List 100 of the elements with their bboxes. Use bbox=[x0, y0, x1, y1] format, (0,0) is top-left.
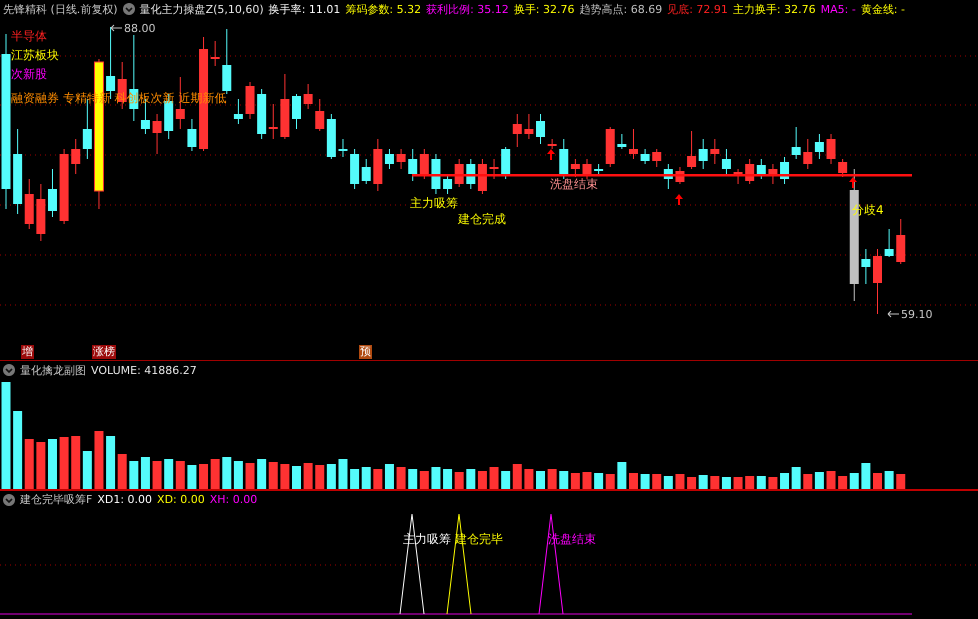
volume-bar bbox=[373, 468, 382, 488]
candlestick bbox=[48, 168, 57, 217]
stock-tag: 次新股 bbox=[11, 66, 47, 82]
candlestick bbox=[152, 113, 162, 154]
volume-bar bbox=[664, 476, 673, 488]
signal-label: 主力吸筹 bbox=[410, 194, 458, 212]
volume-bar bbox=[24, 438, 34, 488]
volume-bar bbox=[82, 450, 92, 488]
candlestick bbox=[896, 218, 906, 264]
volume-bar bbox=[606, 474, 615, 488]
volume-bar bbox=[803, 474, 812, 488]
volume-bar bbox=[466, 468, 476, 488]
candlestick bbox=[490, 158, 499, 179]
candlestick bbox=[536, 113, 546, 144]
volume-bar bbox=[338, 458, 348, 488]
candlestick bbox=[420, 148, 429, 179]
up-arrow-icon bbox=[849, 176, 857, 188]
volume-bar bbox=[129, 460, 138, 488]
volume-bar bbox=[315, 464, 324, 488]
volume-bar bbox=[384, 464, 394, 488]
candlestick bbox=[24, 178, 34, 229]
up-arrow-icon bbox=[547, 148, 555, 160]
candlestick bbox=[884, 228, 894, 257]
candlestick bbox=[617, 133, 626, 149]
volume-bar bbox=[768, 476, 778, 488]
candlestick bbox=[838, 158, 848, 177]
indicator-readout: 换手: 32.76 bbox=[514, 2, 574, 17]
marker-badge: 预 bbox=[359, 344, 372, 358]
volume-bar bbox=[594, 472, 604, 488]
candlestick bbox=[408, 148, 418, 181]
candlestick bbox=[36, 183, 46, 241]
volume-bar bbox=[106, 436, 116, 488]
indicator-readout: XD: 0.00 bbox=[157, 493, 205, 506]
stock-tag: 半导体 bbox=[11, 28, 47, 44]
indicator-readout: 主力换手: 32.76 bbox=[732, 2, 816, 17]
indicator-readout: 趋势高点: 68.69 bbox=[580, 2, 662, 17]
volume-bar bbox=[36, 442, 46, 488]
panel-title: 建仓完毕吸筹F bbox=[20, 492, 92, 508]
candlestick bbox=[257, 88, 266, 139]
volume-bar bbox=[257, 458, 266, 488]
candlestick bbox=[373, 138, 382, 191]
collapse-icon[interactable] bbox=[3, 494, 15, 506]
volume-bar bbox=[199, 464, 208, 488]
volume-bar bbox=[873, 472, 882, 488]
indicator-name: 量化主力操盘Z(5,10,60) bbox=[140, 2, 264, 17]
volume-bar bbox=[640, 474, 650, 488]
candlestick bbox=[396, 148, 406, 169]
marker-badge: 涨榜 bbox=[92, 344, 116, 358]
collapse-icon[interactable] bbox=[122, 3, 135, 16]
candlestick bbox=[594, 163, 604, 174]
panel-title: 量化擒龙副图 bbox=[20, 362, 86, 378]
volume-bar bbox=[408, 468, 418, 488]
candlestick bbox=[710, 138, 720, 164]
volume-bar bbox=[396, 466, 406, 488]
candlestick bbox=[873, 248, 882, 314]
volume-bar bbox=[71, 436, 80, 488]
candlestick bbox=[559, 138, 568, 179]
volume-bar bbox=[756, 476, 766, 488]
volume-bar bbox=[176, 460, 185, 488]
volume-bar bbox=[326, 464, 336, 488]
volume-bar bbox=[814, 472, 824, 488]
candlestick bbox=[246, 81, 255, 119]
candlestick bbox=[861, 248, 870, 284]
volume-bar bbox=[292, 466, 301, 488]
volume-bar bbox=[548, 468, 557, 488]
candlestick bbox=[570, 158, 580, 177]
indicator-readout: 黄金线: - bbox=[860, 2, 905, 17]
candlestick bbox=[652, 148, 662, 167]
volume-bar bbox=[454, 472, 464, 488]
volume-bar bbox=[524, 468, 534, 488]
volume-bar bbox=[152, 460, 162, 488]
volume-bar bbox=[512, 464, 522, 488]
volume-bar bbox=[280, 464, 290, 488]
volume-bar bbox=[838, 476, 848, 488]
collapse-icon[interactable] bbox=[3, 364, 15, 376]
volume-bar bbox=[698, 474, 708, 488]
volume-bar bbox=[234, 460, 243, 488]
signal-label: 洗盘结束 bbox=[550, 176, 598, 192]
volume-bar bbox=[431, 466, 440, 488]
candlestick bbox=[792, 126, 801, 159]
volume-bar bbox=[559, 470, 568, 488]
candlestick bbox=[222, 28, 232, 94]
volume-bar bbox=[164, 458, 174, 488]
candlestick bbox=[292, 93, 301, 129]
price-label: 88.00 bbox=[124, 22, 156, 34]
candlestick bbox=[234, 98, 243, 124]
volume-bar bbox=[210, 458, 220, 488]
candlestick bbox=[326, 113, 336, 159]
volume-bar bbox=[118, 454, 127, 488]
volume-bar bbox=[420, 470, 429, 488]
volume-bar bbox=[536, 470, 546, 488]
signal-label: 建仓完成 bbox=[458, 210, 506, 228]
volume-bar bbox=[628, 472, 638, 488]
candlestick bbox=[315, 98, 324, 131]
volume-bar bbox=[570, 472, 580, 488]
volume-bar bbox=[884, 470, 894, 488]
volume-reading: VOLUME: 41886.27 bbox=[91, 364, 197, 377]
candlestick bbox=[826, 133, 836, 164]
volume-bar bbox=[94, 430, 104, 488]
volume-bar bbox=[48, 438, 57, 488]
